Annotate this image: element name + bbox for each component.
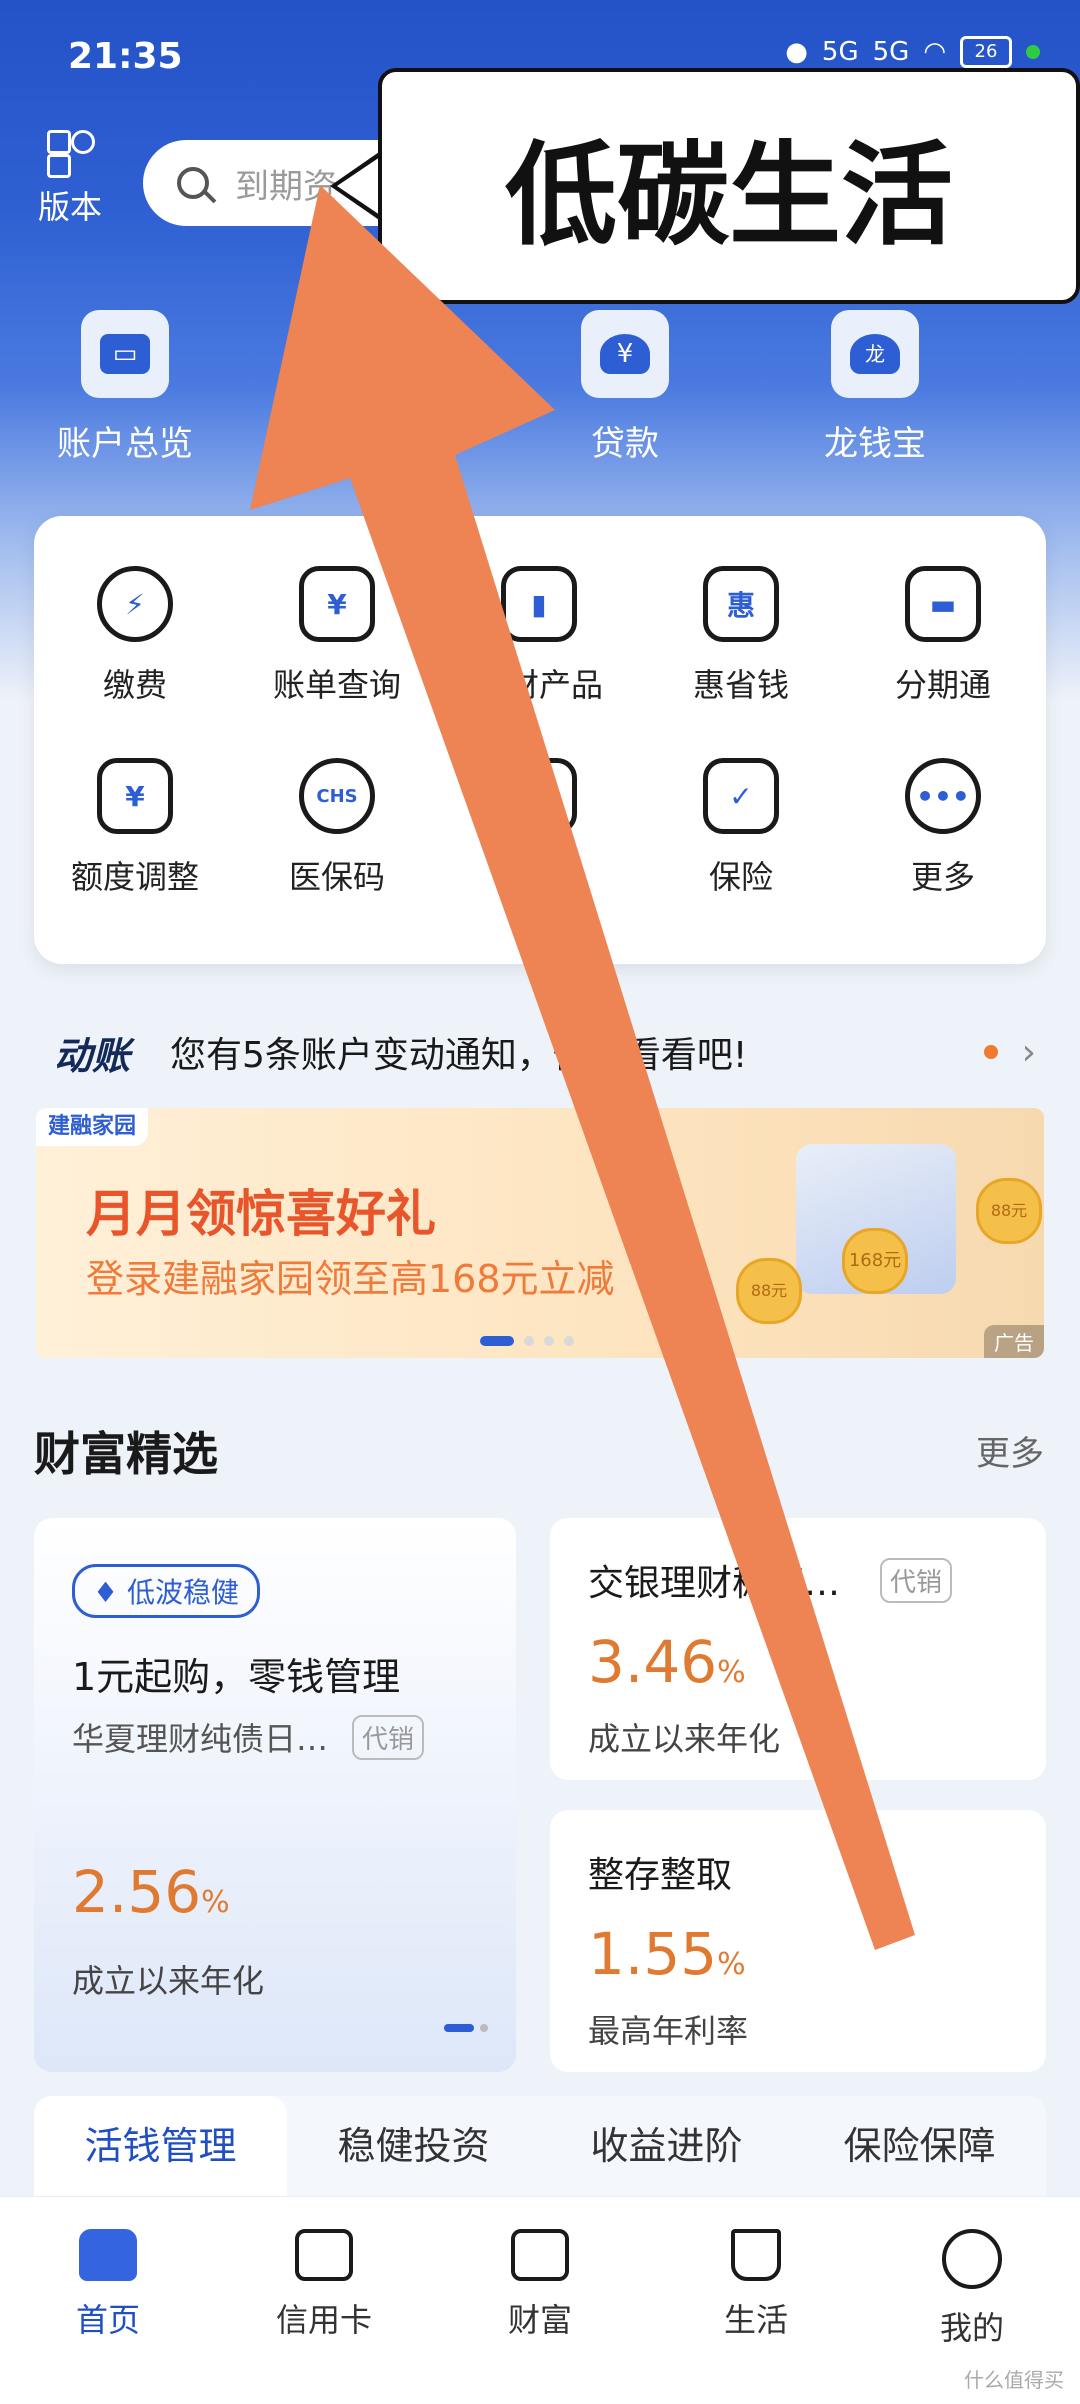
arrow-shape (250, 185, 915, 1950)
annotation-arrow (250, 185, 915, 1950)
